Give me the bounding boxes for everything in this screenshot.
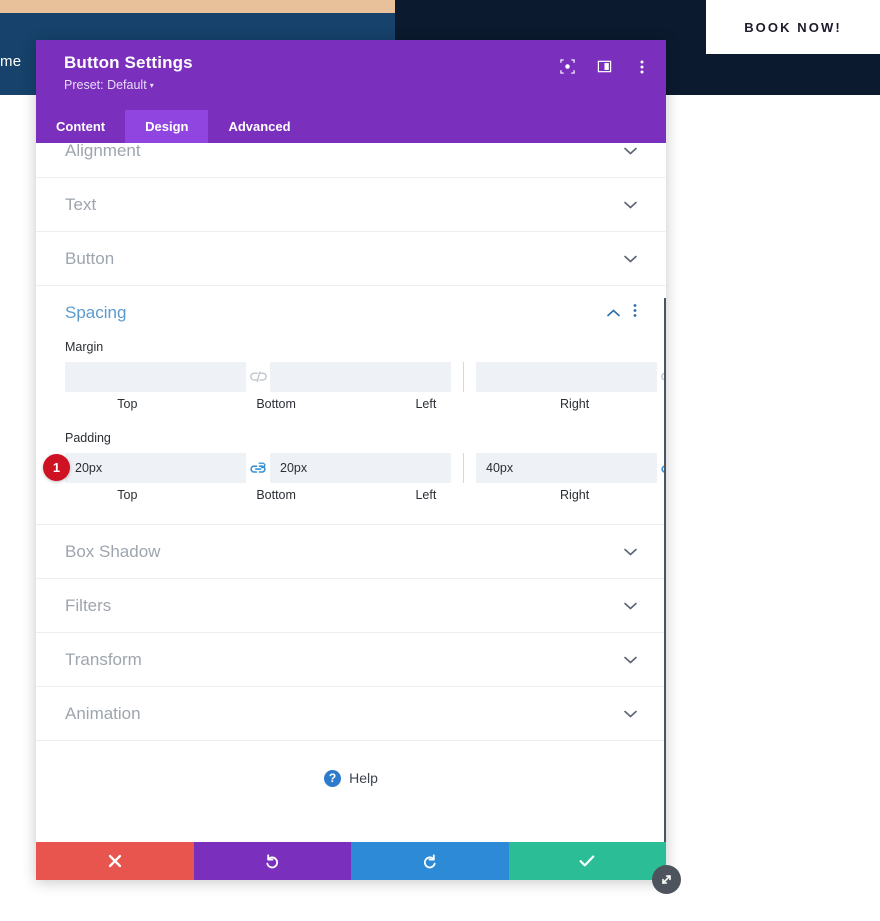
margin-group: Margin Top Bottom Left Right: [65, 340, 666, 411]
chevron-down-icon: [624, 144, 637, 157]
chevron-down-icon: [624, 545, 637, 558]
save-button[interactable]: [508, 842, 666, 880]
section-animation[interactable]: Animation: [36, 687, 666, 741]
chevron-down-icon: [624, 707, 637, 720]
section-spacing-header[interactable]: Spacing: [65, 286, 637, 340]
section-alignment-label: Alignment: [65, 143, 141, 160]
undo-button[interactable]: [193, 842, 351, 880]
padding-left-sublabel: Left: [415, 488, 437, 502]
preset-label: Preset: Default: [64, 78, 147, 92]
padding-horizontal-pair: [476, 453, 666, 483]
padding-vertical-pair: [65, 453, 451, 483]
background-nav-link[interactable]: me: [0, 53, 21, 70]
margin-top-sublabel: Top: [117, 397, 138, 411]
section-alignment[interactable]: Alignment: [36, 143, 666, 178]
padding-vertical-link-icon[interactable]: [246, 453, 270, 483]
modal-tabs: Content Design Advanced: [36, 110, 666, 143]
section-transform[interactable]: Transform: [36, 633, 666, 687]
tab-design[interactable]: Design: [125, 110, 209, 143]
padding-left-input[interactable]: [476, 453, 657, 483]
margin-vertical-unlink-icon[interactable]: [246, 362, 270, 392]
more-options-icon[interactable]: [633, 58, 650, 75]
tab-content[interactable]: Content: [36, 110, 125, 143]
padding-bottom-sublabel: Bottom: [256, 488, 296, 502]
section-button[interactable]: Button: [36, 232, 666, 286]
help-label: Help: [349, 770, 378, 786]
settings-scrollbar-thumb[interactable]: [664, 298, 666, 842]
section-filters-label: Filters: [65, 595, 112, 615]
margin-divider: [463, 362, 464, 392]
section-spacing: Spacing Margin Top Bottom Left Right Pad…: [36, 286, 666, 525]
margin-vertical-pair: [65, 362, 451, 392]
section-spacing-label: Spacing: [65, 303, 127, 322]
padding-divider: [463, 453, 464, 483]
margin-label: Margin: [65, 340, 104, 354]
tab-advanced[interactable]: Advanced: [208, 110, 310, 143]
section-box-shadow[interactable]: Box Shadow: [36, 525, 666, 579]
book-now-button[interactable]: BOOK NOW!: [706, 0, 880, 54]
background-tan-strip: [0, 0, 395, 13]
margin-horizontal-pair: [476, 362, 666, 392]
resize-handle[interactable]: [652, 865, 681, 894]
padding-bottom-input[interactable]: [270, 453, 451, 483]
padding-top-input[interactable]: [65, 453, 246, 483]
section-animation-label: Animation: [65, 703, 141, 723]
padding-top-sublabel: Top: [117, 488, 138, 502]
modal-body: Alignment Text Button Spacing Margin Top…: [36, 143, 666, 842]
chevron-down-icon: [624, 653, 637, 666]
padding-group: Padding 1 20px 20px 40px Top Bottom Left…: [43, 431, 666, 502]
chevron-down-icon: [624, 252, 637, 265]
cancel-button[interactable]: [36, 842, 194, 880]
section-button-label: Button: [65, 248, 115, 268]
chevron-down-icon: ▾: [149, 81, 154, 90]
padding-fields: 1: [43, 453, 666, 483]
redo-button[interactable]: [351, 842, 509, 880]
settings-scroll-content: Alignment Text Button Spacing Margin Top…: [36, 143, 666, 815]
section-box-shadow-label: Box Shadow: [65, 541, 161, 561]
section-text[interactable]: Text: [36, 178, 666, 232]
padding-label: Padding: [65, 431, 111, 445]
padding-right-sublabel: Right: [560, 488, 590, 502]
help-icon: ?: [324, 769, 342, 787]
chevron-down-icon: [624, 599, 637, 612]
step-badge-1: 1: [43, 454, 70, 481]
margin-bottom-sublabel: Bottom: [256, 397, 296, 411]
margin-left-input[interactable]: [476, 362, 657, 392]
help-link[interactable]: ? Help: [36, 741, 666, 815]
section-spacing-actions: [607, 303, 637, 323]
section-transform-label: Transform: [65, 649, 142, 669]
chevron-up-icon[interactable]: [607, 304, 620, 322]
page-title: Button Settings: [64, 53, 193, 72]
button-settings-modal: Button Settings Preset: Default ▾ Conten…: [36, 40, 681, 894]
margin-bottom-input[interactable]: [270, 362, 451, 392]
modal-footer: [36, 842, 666, 880]
section-text-label: Text: [65, 194, 97, 214]
margin-left-sublabel: Left: [415, 397, 437, 411]
margin-fields: [65, 362, 666, 392]
margin-sublabels: Top Bottom Left Right: [65, 397, 637, 411]
modal-header-icons: [559, 58, 650, 75]
modal-header: Button Settings Preset: Default ▾: [36, 40, 666, 110]
padding-sublabels: Top Bottom Left Right: [65, 488, 637, 502]
more-options-icon[interactable]: [633, 303, 637, 323]
preset-selector[interactable]: Preset: Default ▾: [64, 78, 644, 92]
section-filters[interactable]: Filters: [36, 579, 666, 633]
chevron-down-icon: [624, 198, 637, 211]
settings-scrollbar-track[interactable]: [661, 143, 666, 842]
margin-top-input[interactable]: [65, 362, 246, 392]
layout-panel-icon[interactable]: [596, 58, 613, 75]
screen: me BOOK NOW! Button Settings Preset: Def…: [0, 0, 880, 921]
focus-target-icon[interactable]: [559, 58, 576, 75]
margin-right-sublabel: Right: [560, 397, 590, 411]
